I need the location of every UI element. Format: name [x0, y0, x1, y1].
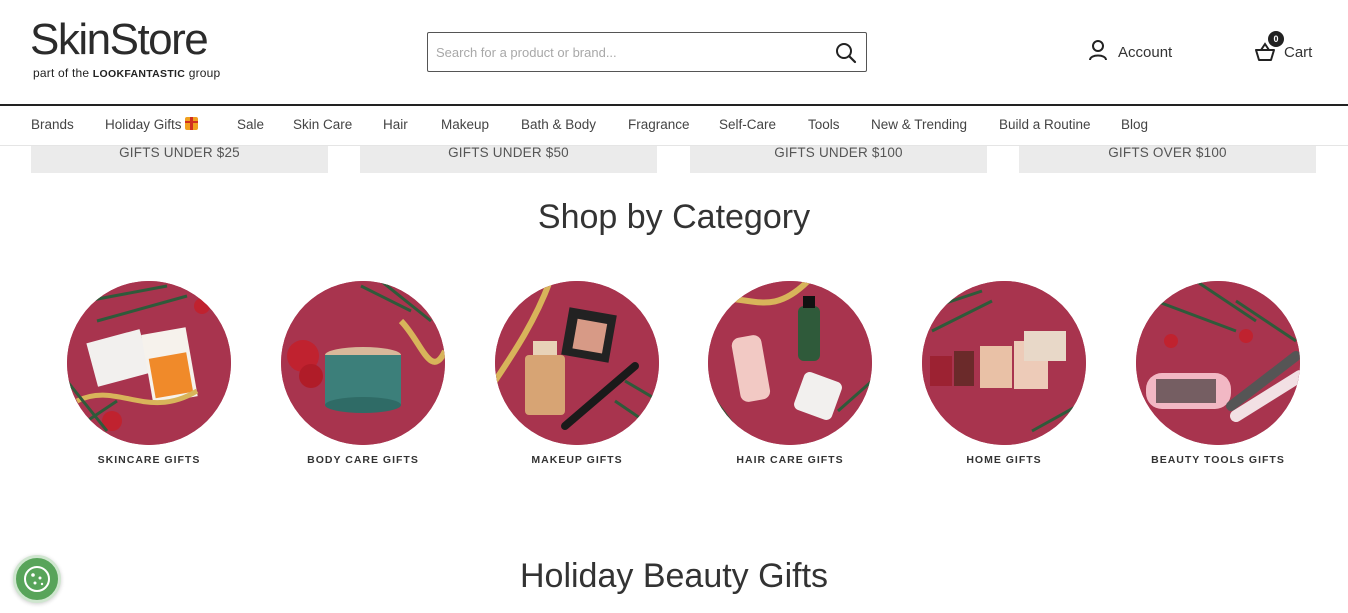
- body-care-gifts-image: [281, 281, 445, 445]
- holiday-beauty-gifts-heading: Holiday Beauty Gifts: [519, 557, 829, 595]
- category-hair-care-gifts[interactable]: HAIR CARE GIFTS: [708, 281, 872, 466]
- nav-item-holiday-gifts[interactable]: Holiday Gifts: [105, 117, 198, 132]
- hair-care-gifts-image: [708, 281, 872, 445]
- logo-wordmark: SkinStore: [30, 15, 209, 64]
- category-label: BODY CARE GIFTS: [307, 454, 419, 466]
- main-nav: Brands Holiday Gifts Sale Skin Care Hair…: [0, 106, 1348, 146]
- nav-item-new-trending[interactable]: New & Trending: [871, 117, 967, 132]
- search-bar: [427, 32, 867, 72]
- search-input[interactable]: [428, 33, 818, 71]
- tagline-brand: LOOKFANTASTIC: [92, 68, 186, 80]
- account-link[interactable]: Account: [1088, 39, 1173, 66]
- nav-item-label: Holiday Gifts: [105, 117, 182, 132]
- category-body-care-gifts[interactable]: BODY CARE GIFTS: [281, 281, 445, 466]
- tagline-prefix: part of the: [33, 66, 90, 80]
- price-tile-under-100[interactable]: GIFTS UNDER $100: [690, 146, 987, 173]
- basket-icon: 0: [1254, 31, 1284, 63]
- category-beauty-tools-gifts[interactable]: BEAUTY TOOLS GIFTS: [1136, 281, 1300, 466]
- nav-item-bath-body[interactable]: Bath & Body: [521, 117, 596, 132]
- category-label: MAKEUP GIFTS: [531, 454, 623, 466]
- nav-item-blog[interactable]: Blog: [1121, 117, 1148, 132]
- price-tile-label: GIFTS UNDER $100: [774, 145, 903, 160]
- tagline-suffix: group: [188, 66, 221, 80]
- cart-label: Cart: [1284, 43, 1313, 61]
- price-tile-label: GIFTS OVER $100: [1108, 145, 1227, 160]
- category-label: SKINCARE GIFTS: [97, 454, 201, 466]
- category-label: HAIR CARE GIFTS: [736, 454, 844, 466]
- category-label: HOME GIFTS: [966, 454, 1042, 466]
- nav-item-fragrance[interactable]: Fragrance: [628, 117, 690, 132]
- price-tile-label: GIFTS UNDER $50: [448, 145, 569, 160]
- category-makeup-gifts[interactable]: MAKEUP GIFTS: [495, 281, 659, 466]
- nav-item-hair[interactable]: Hair: [383, 117, 408, 132]
- site-header: SkinStore part of the LOOKFANTASTIC grou…: [0, 0, 1348, 106]
- nav-item-tools[interactable]: Tools: [808, 117, 840, 132]
- cookie-settings-button[interactable]: [13, 555, 61, 603]
- logo-tagline: part of the LOOKFANTASTIC group: [33, 66, 220, 80]
- price-tile-label: GIFTS UNDER $25: [119, 145, 240, 160]
- cookie-icon: [16, 566, 58, 604]
- category-home-gifts[interactable]: HOME GIFTS: [922, 281, 1086, 466]
- price-tile-over-100[interactable]: GIFTS OVER $100: [1019, 146, 1316, 173]
- skinstore-logo[interactable]: SkinStore part of the LOOKFANTASTIC grou…: [30, 15, 220, 81]
- nav-item-self-care[interactable]: Self-Care: [719, 117, 776, 132]
- nav-item-sale[interactable]: Sale: [237, 117, 264, 132]
- nav-item-build-routine[interactable]: Build a Routine: [999, 117, 1091, 132]
- gift-icon: [184, 117, 198, 130]
- beauty-tools-gifts-image: [1136, 281, 1300, 445]
- category-skincare-gifts[interactable]: SKINCARE GIFTS: [67, 281, 231, 466]
- price-tile-under-25[interactable]: GIFTS UNDER $25: [31, 146, 328, 173]
- home-gifts-image: [922, 281, 1086, 445]
- user-icon: [1088, 39, 1108, 66]
- nav-item-makeup[interactable]: Makeup: [441, 117, 489, 132]
- shop-by-category-heading: Shop by Category: [537, 198, 811, 236]
- skincare-gifts-image: [67, 281, 231, 445]
- price-tile-under-50[interactable]: GIFTS UNDER $50: [360, 146, 657, 173]
- category-label: BEAUTY TOOLS GIFTS: [1151, 454, 1285, 466]
- cart-count-badge: 0: [1268, 31, 1284, 47]
- search-icon[interactable]: [834, 41, 858, 65]
- makeup-gifts-image: [495, 281, 659, 445]
- nav-item-skin-care[interactable]: Skin Care: [293, 117, 352, 132]
- nav-item-brands[interactable]: Brands: [31, 117, 74, 132]
- cart-link[interactable]: 0 Cart: [1254, 31, 1313, 64]
- account-label: Account: [1118, 43, 1173, 61]
